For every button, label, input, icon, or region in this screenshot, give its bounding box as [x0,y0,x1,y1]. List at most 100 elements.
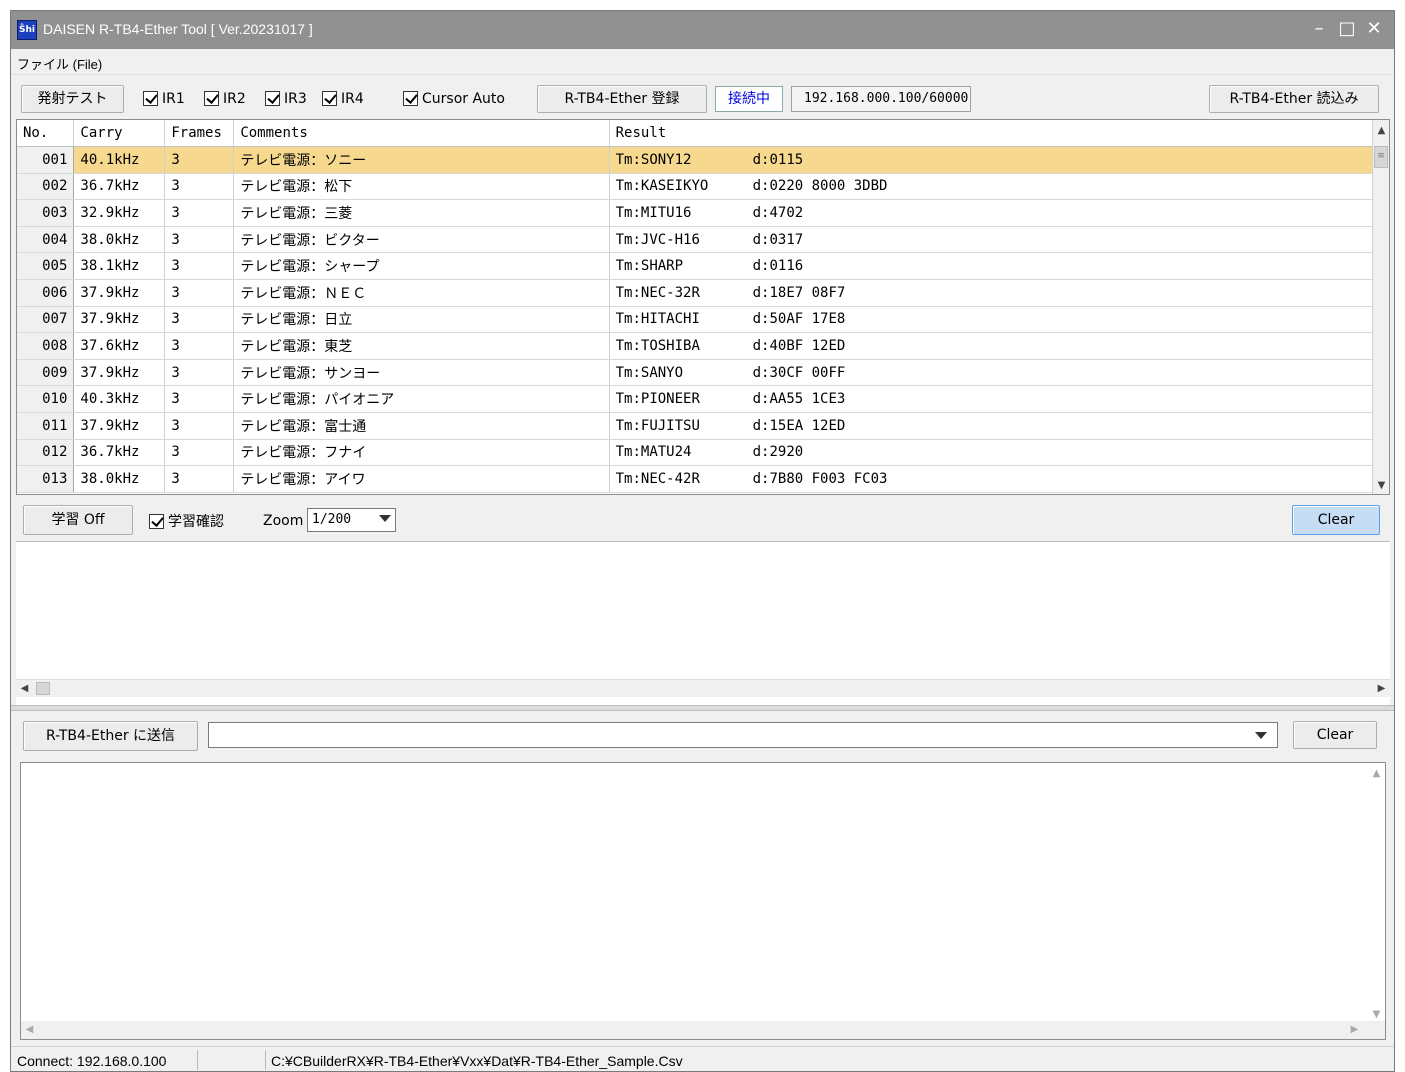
carry-cell[interactable]: 40.1kHz [73,146,166,174]
row-number-cell[interactable]: 004 [17,226,75,254]
read-button[interactable]: R-TB4-Ether 読込み [1209,85,1379,113]
comment-cell[interactable]: テレビ電源：アイワ [233,465,610,493]
ir3-checkbox[interactable]: IR3 [265,91,307,111]
frames-cell[interactable]: 3 [164,465,235,493]
scroll-left-icon[interactable]: ◀ [16,680,33,697]
clear-waveform-button[interactable]: Clear [1292,505,1380,535]
frames-cell[interactable]: 3 [164,146,235,174]
result-cell[interactable]: Tm:NEC-42R d:7B80 F003 FC03 [609,465,1389,493]
comment-cell[interactable]: テレビ電源：松下 [233,173,610,201]
panel-splitter[interactable] [11,705,1394,711]
scroll-thumb[interactable] [36,682,50,695]
table-row[interactable]: 010 40.3kHz 3 テレビ電源：パイオニア Tm:PIONEER d:AA55 1… [17,385,1389,414]
table-vertical-scrollbar[interactable]: ▲ ≡ ▼ [1372,120,1389,494]
register-button[interactable]: R-TB4-Ether 登録 [537,85,707,113]
comment-cell[interactable]: テレビ電源：東芝 [233,332,610,360]
scroll-up-icon[interactable]: ▲ [1368,765,1385,782]
result-cell[interactable]: Tm:MITU16 d:4702 [609,199,1389,227]
frames-cell[interactable]: 3 [164,439,235,467]
carry-cell[interactable]: 38.1kHz [73,252,166,281]
ir4-checkbox[interactable]: IR4 [322,91,364,111]
carry-cell[interactable]: 36.7kHz [73,173,166,201]
column-header[interactable]: Frames [164,120,235,148]
frames-cell[interactable]: 3 [164,226,235,254]
result-cell[interactable]: Tm:HITACHI d:50AF 17E8 [609,306,1389,334]
comment-cell[interactable]: テレビ電源：三菱 [233,199,610,227]
comment-cell[interactable]: テレビ電源：フナイ [233,439,610,467]
comment-cell[interactable]: テレビ電源：サンヨー [233,359,610,387]
result-cell[interactable]: Tm:JVC-H16 d:0317 [609,226,1389,254]
frames-cell[interactable]: 3 [164,252,235,281]
column-header[interactable]: Result [609,120,1389,148]
frames-cell[interactable]: 3 [164,279,235,307]
carry-cell[interactable]: 32.9kHz [73,199,166,227]
row-number-cell[interactable]: 009 [17,359,75,387]
table-row[interactable]: 004 38.0kHz 3 テレビ電源：ビクター Tm:JVC-H16 d:0317 [17,226,1389,254]
result-cell[interactable]: Tm:MATU24 d:2920 [609,439,1389,467]
command-combo[interactable] [208,722,1278,748]
result-cell[interactable]: Tm:FUJITSU d:15EA 12ED [609,412,1389,440]
table-row[interactable]: 003 32.9kHz 3 テレビ電源：三菱 Tm:MITU16 d:4702 [17,199,1389,227]
learn-confirm-checkbox[interactable]: 学習確認 [149,511,224,531]
table-row[interactable]: 011 37.9kHz 3 テレビ電源：富士通 Tm:FUJITSU d:15EA 12E… [17,412,1389,440]
waveform-horizontal-scrollbar[interactable]: ◀ ▶ [16,679,1390,697]
row-number-cell[interactable]: 012 [17,439,75,467]
result-cell[interactable]: Tm:TOSHIBA d:40BF 12ED [609,332,1389,360]
carry-cell[interactable]: 37.6kHz [73,332,166,360]
send-button[interactable]: R-TB4-Ether に送信 [23,721,198,751]
table-row[interactable]: 009 37.9kHz 3 テレビ電源：サンヨー Tm:SANYO d:30CF 00FF [17,359,1389,387]
close-button[interactable]: ✕ [1363,17,1385,41]
comment-cell[interactable]: テレビ電源：富士通 [233,412,610,440]
cursor-auto-checkbox[interactable]: Cursor Auto [403,91,505,111]
row-number-cell[interactable]: 013 [17,465,75,493]
scroll-right-icon[interactable]: ▶ [1346,1021,1363,1038]
carry-cell[interactable]: 37.9kHz [73,359,166,387]
result-cell[interactable]: Tm:NEC-32R d:18E7 08F7 [609,279,1389,307]
comment-cell[interactable]: テレビ電源：日立 [233,306,610,334]
row-number-cell[interactable]: 010 [17,385,75,414]
carry-cell[interactable]: 38.0kHz [73,226,166,254]
log-horizontal-scrollbar[interactable]: ◀ ▶ [21,1021,1385,1039]
carry-cell[interactable]: 40.3kHz [73,385,166,414]
log-vertical-scrollbar[interactable]: ▲ ▼ [1368,763,1385,1023]
scroll-down-icon[interactable]: ▼ [1373,477,1389,494]
row-number-cell[interactable]: 001 [17,146,75,174]
result-cell[interactable]: Tm:SONY12 d:0115 [609,146,1389,174]
minimize-button[interactable]: – [1308,17,1330,41]
row-number-cell[interactable]: 006 [17,279,75,307]
comment-cell[interactable]: テレビ電源：パイオニア [233,385,610,414]
frames-cell[interactable]: 3 [164,173,235,201]
table-row[interactable]: 001 40.1kHz 3 テレビ電源：ソニー Tm:SONY12 d:0115 [17,146,1389,174]
comment-cell[interactable]: テレビ電源：ソニー [233,146,610,174]
learn-toggle-button[interactable]: 学習 Off [23,505,133,535]
frames-cell[interactable]: 3 [164,199,235,227]
scroll-left-icon[interactable]: ◀ [21,1021,38,1038]
row-number-cell[interactable]: 003 [17,199,75,227]
table-row[interactable]: 005 38.1kHz 3 テレビ電源：シャープ Tm:SHARP d:0116 [17,252,1389,281]
row-number-cell[interactable]: 011 [17,412,75,440]
frames-cell[interactable]: 3 [164,306,235,334]
row-number-cell[interactable]: 007 [17,306,75,334]
table-row[interactable]: 002 36.7kHz 3 テレビ電源：松下 Tm:KASEIKYO d:0220 800… [17,173,1389,201]
signal-table[interactable]: No. Carry Frames Comments Result 001 40.1… [16,119,1390,495]
menu-file[interactable]: ファイル (File) [17,54,102,73]
frames-cell[interactable]: 3 [164,332,235,360]
table-row[interactable]: 012 36.7kHz 3 テレビ電源：フナイ Tm:MATU24 d:2920 [17,439,1389,467]
zoom-select[interactable]: 1/200 [307,508,396,532]
frames-cell[interactable]: 3 [164,359,235,387]
column-header[interactable]: Comments [233,120,610,148]
result-cell[interactable]: Tm:PIONEER d:AA55 1CE3 [609,385,1389,414]
log-output[interactable]: ▲ ▼ ◀ ▶ [20,762,1386,1040]
ir1-checkbox[interactable]: IR1 [143,91,185,111]
result-cell[interactable]: Tm:SHARP d:0116 [609,252,1389,281]
table-row[interactable]: 007 37.9kHz 3 テレビ電源：日立 Tm:HITACHI d:50AF 17E8 [17,306,1389,334]
table-row[interactable]: 013 38.0kHz 3 テレビ電源：アイワ Tm:NEC-42R d:7B80 F00… [17,465,1389,493]
carry-cell[interactable]: 37.9kHz [73,306,166,334]
scroll-thumb[interactable]: ≡ [1374,146,1388,168]
fire-test-button[interactable]: 発射テスト [21,85,124,113]
frames-cell[interactable]: 3 [164,412,235,440]
row-number-cell[interactable]: 002 [17,173,75,201]
row-number-cell[interactable]: 005 [17,252,75,281]
scroll-right-icon[interactable]: ▶ [1373,680,1390,697]
frames-cell[interactable]: 3 [164,385,235,414]
